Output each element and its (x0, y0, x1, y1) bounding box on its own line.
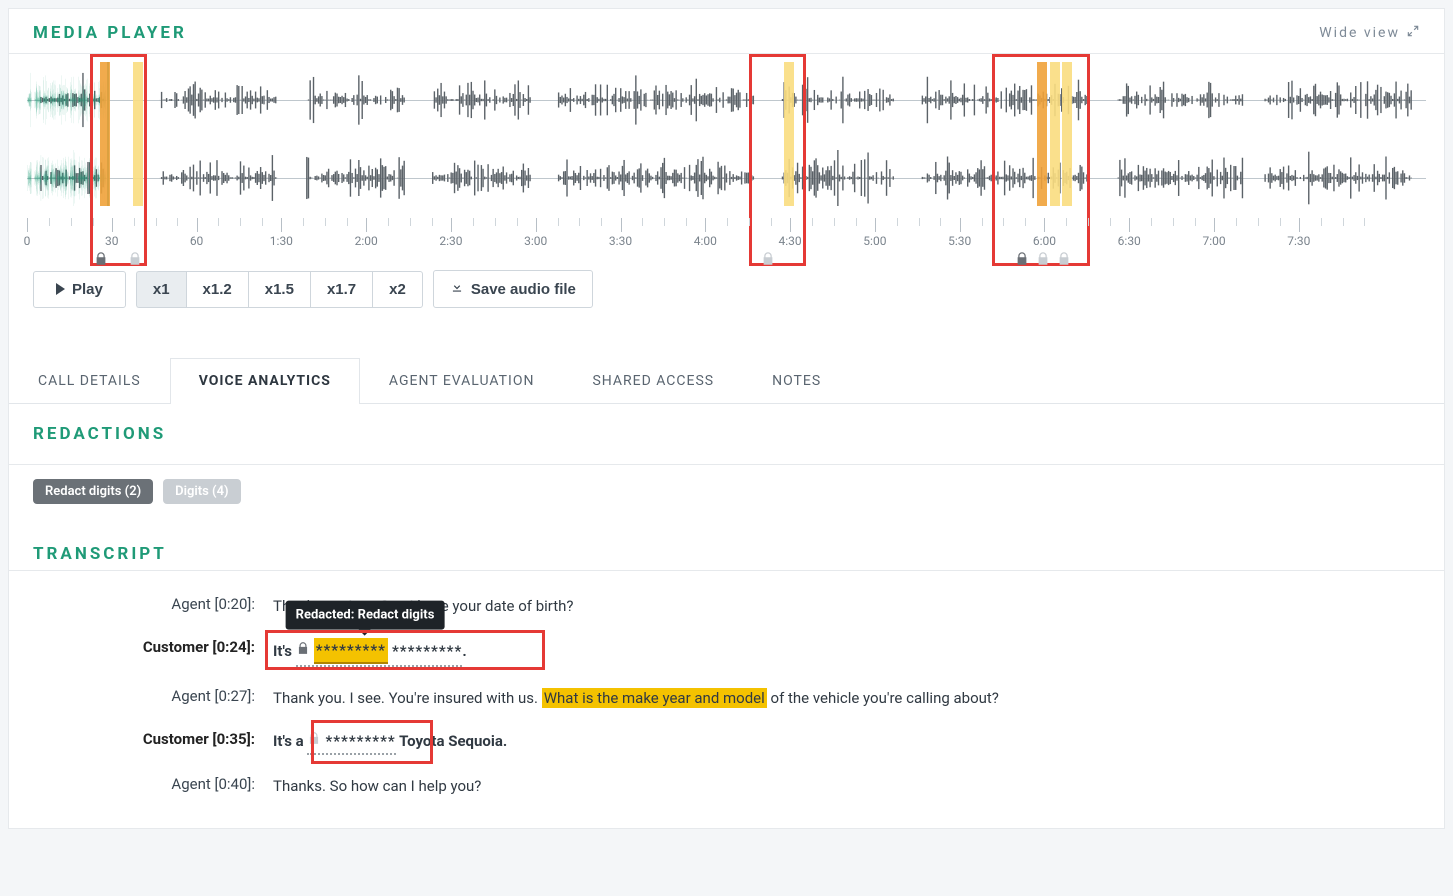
time-tick-label: 4:30 (779, 234, 802, 248)
lock-icon (1035, 250, 1050, 271)
lock-icon (1056, 250, 1071, 271)
tab-notes[interactable]: NOTES (743, 358, 850, 403)
time-tick-label: 7:00 (1202, 234, 1225, 248)
text: It's a (273, 732, 304, 750)
waveform-channel-1 (27, 72, 1426, 128)
playback-speed-group: x1x1.2x1.5x1.7x2 (136, 271, 423, 308)
time-tick-label: 5:30 (948, 234, 971, 248)
redacted-stars: ********* (392, 640, 462, 663)
wide-view-button[interactable]: Wide view (1319, 24, 1420, 42)
tab-shared-access[interactable]: SHARED ACCESS (563, 358, 743, 403)
time-tick-label: 6:00 (1033, 234, 1056, 248)
time-tick-label: 4:00 (694, 234, 717, 248)
redactions-title: REDACTIONS (33, 424, 1420, 444)
transcript-row[interactable]: Customer [0:35]: It's a ********* Toyota… (33, 720, 1420, 766)
tab-agent-evaluation[interactable]: AGENT EVALUATION (360, 358, 564, 403)
text: Toyota Sequoia. (396, 732, 507, 750)
time-tick-label: 3:30 (609, 234, 632, 248)
time-tick-label: 5:00 (863, 234, 886, 248)
transcript-title: TRANSCRIPT (33, 544, 1420, 564)
transcript-text: It's a ********* Toyota Sequoia. (273, 730, 1420, 756)
waveform-channel-2 (27, 150, 1426, 206)
redaction-marker[interactable] (133, 62, 143, 206)
transcript-row[interactable]: Customer [0:24]: Redacted: Redact digits… (33, 628, 1420, 678)
lock-icon (94, 250, 109, 271)
time-tick-label: 60 (190, 234, 204, 248)
speed-x1.2[interactable]: x1.2 (186, 271, 248, 308)
play-icon (56, 283, 65, 295)
lock-icon (296, 640, 310, 663)
text: It's (273, 642, 292, 660)
redaction-marker[interactable] (1050, 62, 1060, 206)
text: of the vehicle you're calling about? (767, 689, 999, 707)
time-tick-label: 7:30 (1287, 234, 1310, 248)
time-tick-label: 2:30 (439, 234, 462, 248)
transcript-row[interactable]: Agent [0:27]: Thank you. I see. You're i… (33, 677, 1420, 720)
redacted-segment[interactable]: ********* ********* (296, 638, 463, 668)
transcript-speaker: Customer [0:35]: (33, 730, 273, 756)
lock-icon (1014, 250, 1029, 271)
redaction-marker[interactable] (784, 62, 794, 206)
transcript-text: Thank you Ann. Can I have your date of b… (273, 595, 1420, 618)
speed-x1.7[interactable]: x1.7 (310, 271, 372, 308)
redaction-tooltip: Redacted: Redact digits (286, 600, 445, 630)
waveform-area[interactable] (27, 54, 1426, 214)
transcript-row[interactable]: Agent [0:40]: Thanks. So how can I help … (33, 765, 1420, 808)
timeline-axis[interactable]: 0 30 60 1:30 2:00 2:30 3:00 3:30 4:00 4:30 5:00 5:3… (27, 218, 1426, 254)
redacted-segment[interactable]: ********* (307, 730, 395, 756)
redacted-stars: ********* (314, 638, 388, 665)
transcript-speaker: Agent [0:27]: (33, 687, 273, 710)
tab-voice-analytics[interactable]: VOICE ANALYTICS (170, 358, 360, 403)
time-tick-label: 30 (105, 234, 119, 248)
expand-icon (1406, 24, 1420, 42)
play-label: Play (72, 281, 103, 298)
media-player-title: MEDIA PLAYER (33, 23, 187, 43)
time-tick-label: 3:00 (524, 234, 547, 248)
time-tick-label: 0 (24, 234, 31, 248)
transcript-text: Thanks. So how can I help you? (273, 775, 1420, 798)
transcript-row[interactable]: Agent [0:20]: Thank you Ann. Can I have … (33, 585, 1420, 628)
redaction-marker[interactable] (1037, 62, 1047, 206)
text: Thank you. I see. You're insured with us… (273, 689, 542, 707)
speed-x2[interactable]: x2 (372, 271, 423, 308)
speed-x1.5[interactable]: x1.5 (248, 271, 310, 308)
time-tick-label: 2:00 (355, 234, 378, 248)
redacted-stars: ********* (325, 730, 395, 753)
wide-view-label: Wide view (1319, 25, 1400, 41)
transcript-speaker: Agent [0:40]: (33, 775, 273, 798)
time-tick-label: 1:30 (270, 234, 293, 248)
transcript-speaker: Customer [0:24]: (33, 638, 273, 668)
save-audio-button[interactable]: Save audio file (433, 270, 593, 308)
transcript-speaker: Agent [0:20]: (33, 595, 273, 618)
tab-bar: CALL DETAILSVOICE ANALYTICSAGENT EVALUAT… (9, 358, 1444, 404)
lock-icon (127, 250, 142, 271)
time-tick-label: 6:30 (1118, 234, 1141, 248)
text: . (462, 642, 466, 660)
digits-pill[interactable]: Digits (4) (163, 479, 240, 504)
redaction-marker[interactable] (100, 62, 110, 206)
speed-x1[interactable]: x1 (136, 271, 186, 308)
tab-call-details[interactable]: CALL DETAILS (9, 358, 170, 403)
lock-icon (307, 730, 321, 753)
lock-icon (761, 250, 776, 271)
redaction-marker[interactable] (1062, 62, 1072, 206)
save-audio-label: Save audio file (471, 281, 576, 298)
download-icon (450, 280, 464, 298)
redact-digits-pill[interactable]: Redact digits (2) (33, 479, 153, 504)
transcript-text: Redacted: Redact digits It's ********* *… (273, 638, 1420, 668)
transcript-text: Thank you. I see. You're insured with us… (273, 687, 1420, 710)
highlighted-phrase: What is the make year and model (542, 688, 767, 708)
play-button[interactable]: Play (33, 271, 126, 308)
